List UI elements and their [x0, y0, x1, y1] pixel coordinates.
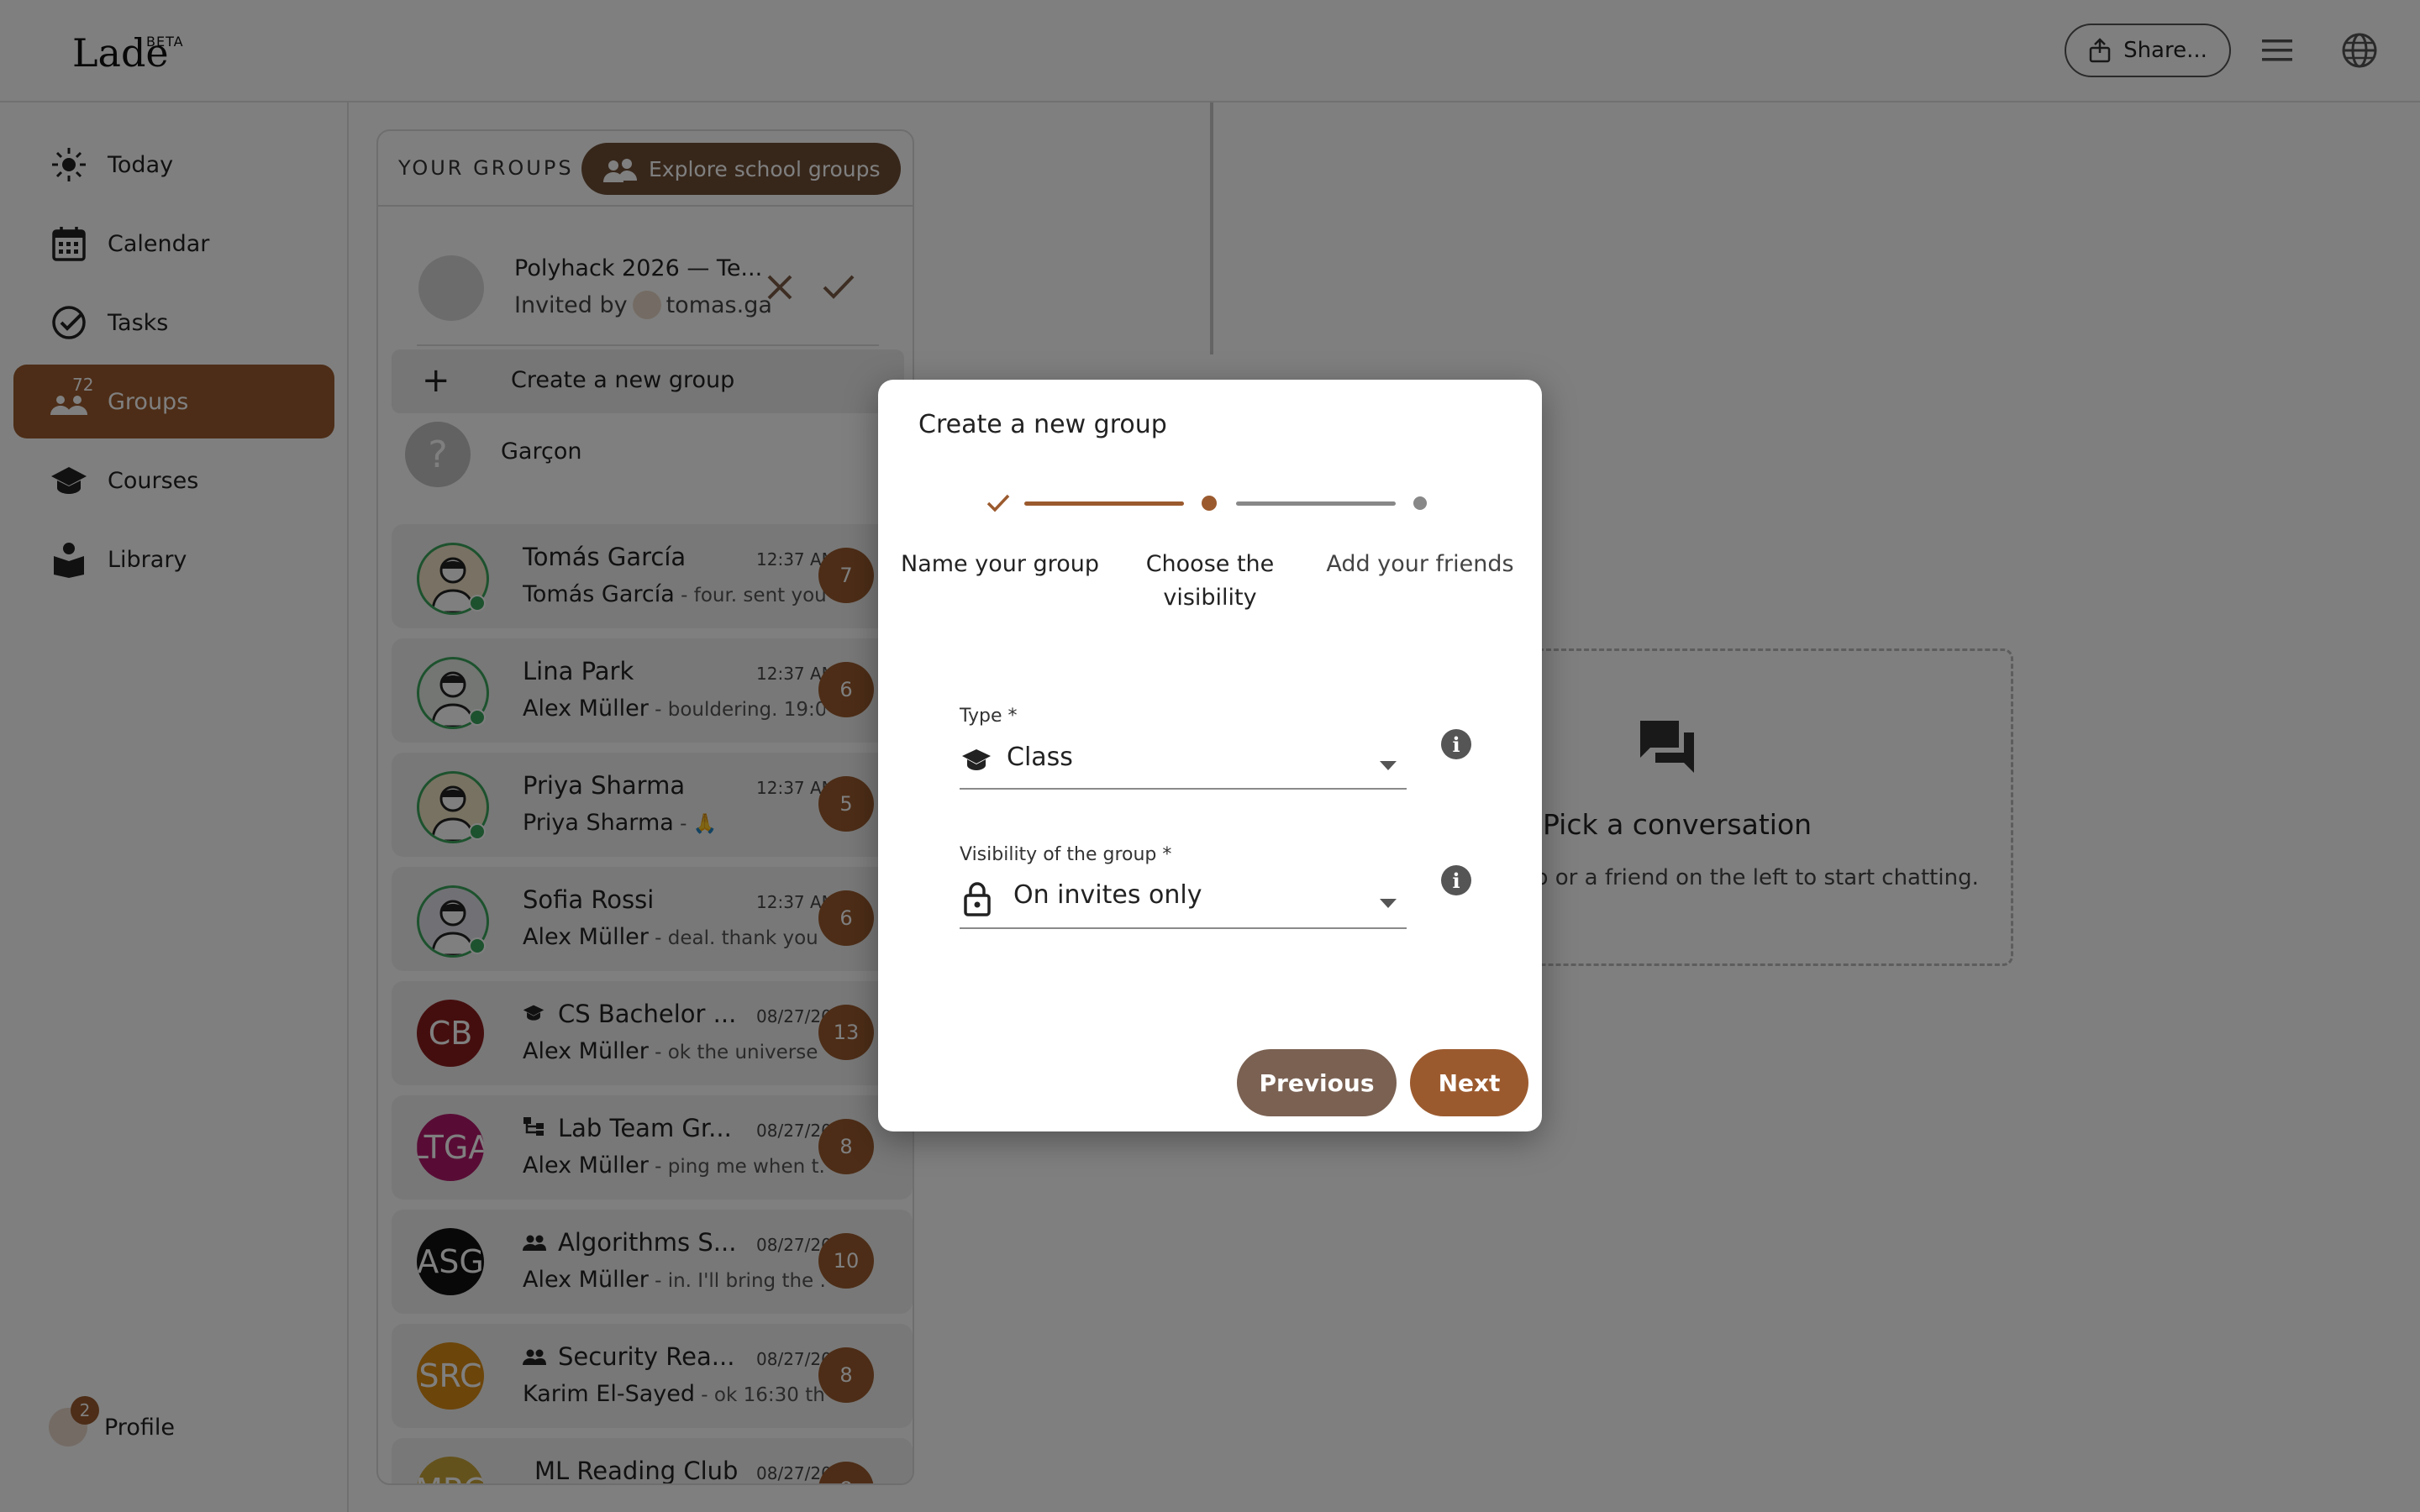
step-current-dot — [1202, 496, 1217, 511]
step-label-name: Name your group — [901, 551, 1099, 577]
type-value: Class — [1007, 743, 1073, 772]
step-label-friends: Add your friends — [1326, 551, 1514, 577]
step-label-visibility: Choose the visibility — [1145, 551, 1275, 611]
create-group-dialog: Create a new group Name your group Choos… — [878, 380, 1542, 1131]
type-info-icon[interactable]: i — [1441, 729, 1471, 759]
step-pending-dot — [1413, 496, 1427, 510]
step-connector — [1024, 501, 1184, 506]
type-field-label: Type * — [960, 706, 1018, 727]
lock-icon — [964, 882, 991, 916]
type-select[interactable]: Class — [960, 743, 1407, 790]
chevron-down-icon — [1380, 899, 1397, 908]
chevron-down-icon — [1380, 761, 1397, 770]
visibility-field-label: Visibility of the group * — [960, 844, 1172, 865]
visibility-select[interactable]: On invites only — [960, 880, 1407, 929]
visibility-value: On invites only — [1013, 880, 1202, 910]
next-button[interactable]: Next — [1410, 1049, 1528, 1116]
dialog-title: Create a new group — [918, 410, 1167, 439]
step-done-check-icon — [986, 494, 1010, 512]
visibility-info-icon[interactable]: i — [1441, 865, 1471, 895]
step-connector — [1236, 501, 1396, 506]
graduation-cap-icon — [962, 749, 991, 770]
previous-button[interactable]: Previous — [1237, 1049, 1397, 1116]
